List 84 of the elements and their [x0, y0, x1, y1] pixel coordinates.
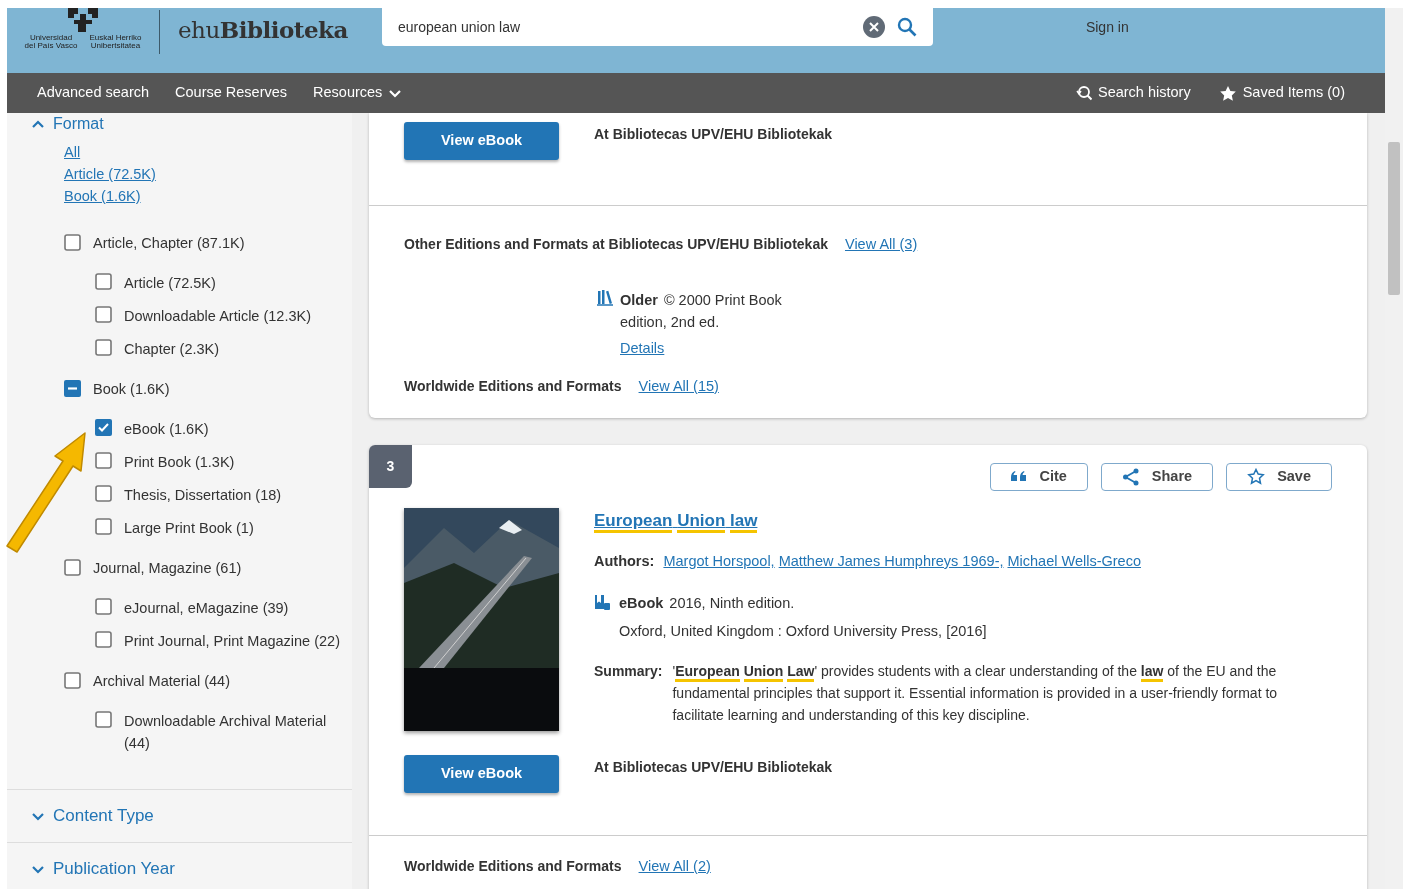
filter-link[interactable]: Article (72.5K): [64, 163, 156, 185]
ebook-icon: [594, 593, 611, 611]
filter-link[interactable]: All: [64, 141, 81, 163]
view-all-link[interactable]: View All (2): [638, 855, 711, 878]
checkbox[interactable]: [95, 485, 112, 502]
section-label: Worldwide Editions and Formats: [404, 377, 622, 397]
share-icon: [1121, 467, 1140, 486]
logo-caption: Universidad del País Vasco: [24, 34, 78, 50]
details-link[interactable]: Details: [620, 336, 665, 359]
nav-link[interactable]: Course Reserves: [175, 82, 288, 104]
tool-button[interactable]: Save: [1226, 462, 1332, 491]
chevron-down-icon: [31, 810, 45, 822]
chevron-down-icon: [31, 863, 45, 875]
checkbox[interactable]: [95, 419, 112, 436]
checkbox-label[interactable]: Print Journal, Print Magazine (22): [124, 630, 340, 652]
result-number: 3: [369, 444, 412, 488]
location-text: At Bibliotecas UPV/EHU Bibliotekak: [594, 757, 833, 777]
filter-link[interactable]: Book (1.6K): [64, 185, 141, 207]
checkbox-label[interactable]: Article, Chapter (87.1K): [93, 233, 245, 253]
section-label: Other Editions and Formats at Bibliotecas UPV/EHU Bibliotekak: [404, 235, 828, 255]
checkbox-label[interactable]: Journal, Magazine (61): [93, 558, 242, 578]
format-label: Older: [620, 290, 658, 310]
checkbox[interactable]: [95, 631, 112, 648]
author-link[interactable]: Matthew James Humphreys 1969-,: [778, 551, 1004, 573]
tool-button[interactable]: Cite: [990, 462, 1088, 491]
checkbox[interactable]: [95, 711, 112, 728]
checkbox-label[interactable]: Large Print Book (1): [124, 517, 254, 539]
author-link[interactable]: Margot Horspool,: [663, 551, 775, 573]
edition-text: © 2000 Print Book: [663, 290, 782, 310]
checkbox[interactable]: [64, 559, 81, 576]
summary-label: Summary:: [594, 662, 663, 682]
checkbox[interactable]: [95, 339, 112, 356]
checkbox[interactable]: [64, 672, 81, 689]
view-all-link[interactable]: View All (15): [638, 375, 719, 398]
checkbox-label[interactable]: Thesis, Dissertation (18): [124, 484, 282, 506]
view-ebook-button[interactable]: View eBook: [404, 754, 559, 793]
checkbox[interactable]: [64, 380, 81, 397]
star-outline-icon: [1247, 468, 1266, 485]
checkbox[interactable]: [95, 306, 112, 323]
checkbox-label[interactable]: Downloadable Archival Material (44): [124, 710, 348, 754]
clear-icon[interactable]: [862, 16, 885, 38]
checkbox-label[interactable]: Article (72.5K): [124, 272, 216, 294]
nav-link[interactable]: Advanced search: [37, 82, 150, 104]
checkbox[interactable]: [95, 273, 112, 290]
checkbox-label[interactable]: Archival Material (44): [93, 671, 230, 691]
facet-header[interactable]: Format: [7, 113, 352, 135]
scrollbar-thumb[interactable]: [1388, 142, 1400, 295]
checkbox[interactable]: [95, 598, 112, 615]
checkbox[interactable]: [64, 234, 81, 251]
checkbox[interactable]: [95, 518, 112, 535]
edition-text: 2016, Ninth edition.: [669, 593, 795, 613]
search-field[interactable]: european union law: [381, 8, 933, 46]
checkbox-label[interactable]: eJournal, eMagazine (39): [124, 597, 289, 619]
search-icon[interactable]: [896, 17, 917, 37]
checkbox-label[interactable]: Downloadable Article (12.3K): [124, 305, 311, 327]
publisher-text: Oxford, United Kingdom : Oxford University Press, [2016]: [619, 621, 987, 641]
view-ebook-button[interactable]: View eBook: [404, 122, 559, 160]
author-link[interactable]: Michael Wells-Greco: [1007, 551, 1141, 573]
search-history-icon: [1073, 84, 1092, 102]
section-label: Worldwide Editions and Formats: [404, 856, 622, 876]
star-icon: [1218, 84, 1237, 102]
checkbox-label[interactable]: Chapter (2.3K): [124, 338, 220, 360]
checkbox[interactable]: [95, 452, 112, 469]
quote-icon: [1011, 470, 1028, 483]
summary-text: 'European Union Law' provides students with a clear understanding of the law of the EU and the fundamental principles that support it. Essential information is provided in a user-friendly format to facilitate learning and understanding of this key discipline.: [672, 662, 1279, 726]
tool-button[interactable]: Share: [1100, 462, 1214, 491]
location-text: At Bibliotecas UPV/EHU Bibliotekak: [594, 125, 833, 144]
edition-text: edition, 2nd ed.: [620, 312, 721, 332]
format-label: eBook: [619, 593, 664, 613]
scrollbar[interactable]: [1385, 8, 1403, 889]
nav-link[interactable]: Resources: [313, 82, 403, 104]
logo-caption: Euskal Herriko Unibertsitatea: [89, 34, 142, 50]
chevron-up-icon: [31, 118, 45, 130]
print-book-icon: [597, 288, 613, 306]
checkbox-label[interactable]: Print Book (1.3K): [124, 451, 235, 473]
view-all-link[interactable]: View All (3): [845, 234, 918, 256]
result-title[interactable]: European Union law: [594, 507, 758, 533]
authors-label: Authors:: [594, 552, 655, 571]
site-name: ehuBiblioteka: [178, 15, 348, 45]
nav-link[interactable]: Search history: [1073, 82, 1191, 104]
checkbox-label[interactable]: Book (1.6K): [93, 379, 170, 399]
checkbox-label[interactable]: eBook (1.6K): [124, 418, 209, 440]
sign-in-link[interactable]: Sign in: [1085, 17, 1129, 38]
nav-link[interactable]: Saved Items (0): [1218, 82, 1345, 104]
